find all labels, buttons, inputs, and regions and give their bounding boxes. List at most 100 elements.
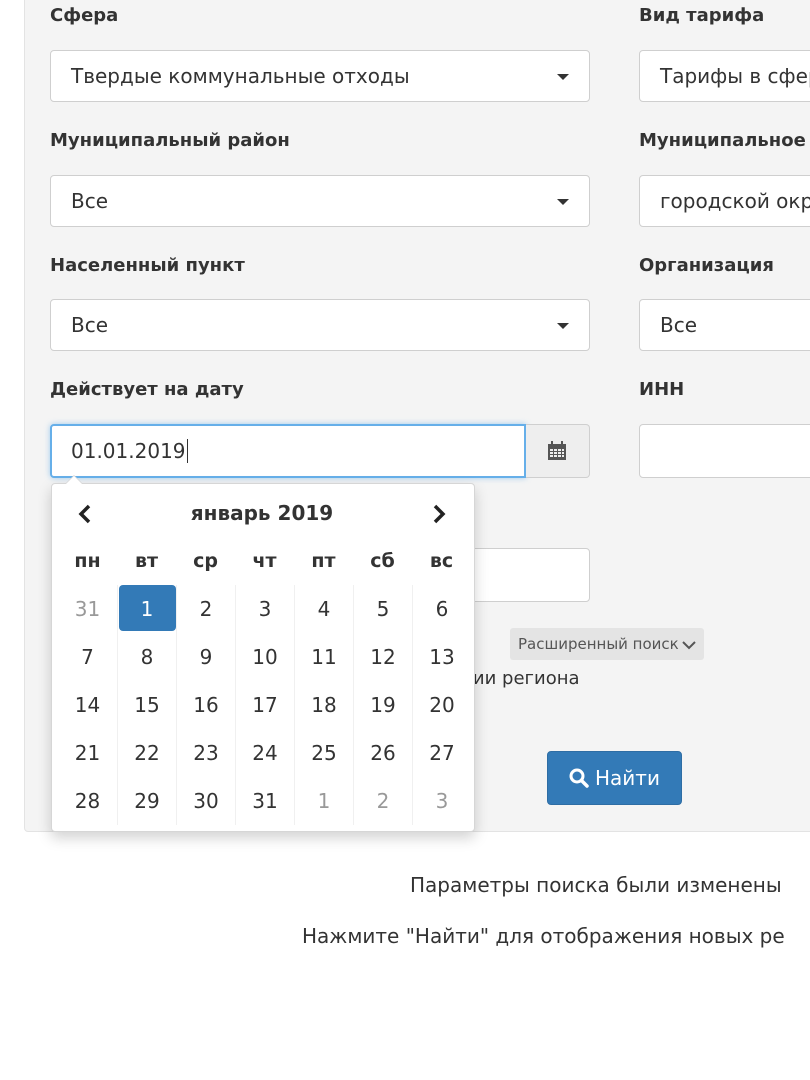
day-cell[interactable]: 4 (294, 585, 353, 633)
tariff-type-select[interactable]: Тарифы в сфер (639, 50, 810, 102)
day-number: 16 (193, 693, 219, 717)
search-icon (569, 768, 589, 788)
day-cell[interactable]: 31 (235, 777, 294, 825)
day-cell[interactable]: 9 (176, 633, 235, 681)
weekday-label: вт (134, 550, 159, 572)
day-number: 17 (252, 693, 278, 717)
day-cell[interactable]: 2 (353, 777, 412, 825)
day-cell[interactable]: 5 (353, 585, 412, 633)
day-cell[interactable]: 1 (294, 777, 353, 825)
municipal-district-label: Муниципальный район (50, 130, 290, 151)
settlement-select-value: Все (71, 313, 109, 337)
day-number: 28 (74, 789, 101, 813)
municipal-entity-label: Муниципальное о (639, 130, 810, 151)
day-number: 6 (435, 597, 449, 621)
day-cell[interactable]: 25 (294, 729, 353, 777)
day-cell[interactable]: 17 (235, 681, 294, 729)
datepicker-month-title[interactable]: январь 2019 (152, 501, 372, 525)
inn-input[interactable] (639, 424, 810, 478)
calendar-button[interactable] (526, 424, 590, 478)
organization-select[interactable]: Все (639, 299, 810, 351)
day-number: 30 (193, 789, 219, 813)
day-number: 10 (252, 645, 278, 669)
municipal-district-select[interactable]: Все (50, 175, 590, 227)
day-cell[interactable]: 16 (176, 681, 235, 729)
organization-label: Организация (639, 255, 774, 276)
day-cell[interactable]: 21 (58, 729, 117, 777)
day-cell[interactable]: 3 (412, 777, 471, 825)
day-cell[interactable]: 14 (58, 681, 117, 729)
day-cell[interactable]: 13 (412, 633, 471, 681)
day-number: 27 (429, 741, 455, 765)
day-number: 31 (74, 597, 101, 621)
prev-month-button[interactable] (74, 502, 98, 526)
weekday-label: вс (429, 550, 454, 572)
weekday-label: ср (193, 550, 218, 572)
day-cell[interactable]: 11 (294, 633, 353, 681)
day-cell[interactable]: 30 (176, 777, 235, 825)
day-number: 12 (370, 645, 396, 669)
day-number: 1 (140, 597, 154, 621)
find-button[interactable]: Найти (547, 751, 682, 805)
day-number: 2 (376, 789, 390, 813)
next-month-button[interactable] (426, 502, 450, 526)
day-cell[interactable]: 31 (58, 585, 117, 633)
day-cell[interactable]: 8 (117, 633, 176, 681)
selected-day[interactable]: 1 (117, 585, 176, 633)
day-number: 11 (311, 645, 337, 669)
day-number: 23 (193, 741, 219, 765)
inn-label: ИНН (639, 379, 685, 400)
chevron-down-icon (557, 323, 569, 329)
datepicker-week-row: 21 22 23 24 25 26 27 (58, 729, 471, 777)
day-cell[interactable]: 12 (353, 633, 412, 681)
day-cell[interactable]: 3 (235, 585, 294, 633)
day-number: 14 (74, 693, 101, 717)
day-number: 21 (74, 741, 101, 765)
municipal-entity-select[interactable]: городской окр (639, 175, 810, 227)
datepicker-days: 31 1 2 3 4 5 6 7 8 9 10 11 12 13 14 15 16 17 18 19 20 21 22 23 2… (58, 585, 471, 825)
municipal-district-select-value: Все (71, 189, 109, 213)
chevron-down-icon (682, 641, 696, 650)
day-cell[interactable]: 7 (58, 633, 117, 681)
day-cell[interactable]: 10 (235, 633, 294, 681)
day-cell[interactable]: 19 (353, 681, 412, 729)
tariff-type-select-value: Тарифы в сфер (660, 64, 810, 88)
day-cell[interactable]: 27 (412, 729, 471, 777)
day-cell[interactable]: 2 (176, 585, 235, 633)
day-cell[interactable]: 15 (117, 681, 176, 729)
day-number: 18 (311, 693, 337, 717)
day-number: 3 (258, 597, 272, 621)
day-cell[interactable]: 29 (117, 777, 176, 825)
datepicker-week-row: 31 1 2 3 4 5 6 (58, 585, 471, 633)
sphere-select-value: Твердые коммунальные отходы (71, 64, 410, 88)
day-number: 8 (140, 645, 154, 669)
day-number: 7 (81, 645, 94, 669)
datepicker-grid: пн вт ср чт пт сб вс 31 1 2 3 4 5 6 7 8 9 10 11 12 13… (58, 537, 471, 825)
day-number: 19 (370, 693, 396, 717)
settlement-select[interactable]: Все (50, 299, 590, 351)
day-number: 29 (134, 789, 160, 813)
day-cell[interactable]: 26 (353, 729, 412, 777)
advanced-search-button[interactable]: Расширенный поиск (510, 628, 704, 660)
valid-on-date-label: Действует на дату (50, 379, 244, 400)
weekday-label: пн (74, 550, 101, 572)
day-cell[interactable]: 22 (117, 729, 176, 777)
chevron-down-icon (557, 199, 569, 205)
day-cell[interactable]: 24 (235, 729, 294, 777)
day-cell[interactable]: 23 (176, 729, 235, 777)
day-cell[interactable]: 28 (58, 777, 117, 825)
datepicker-popup: январь 2019 пн вт ср чт пт сб вс 31 1 2 3 4 5… (51, 475, 475, 832)
weekday-label: чт (252, 550, 277, 572)
day-number: 20 (429, 693, 455, 717)
day-cell[interactable]: 20 (412, 681, 471, 729)
search-changed-message: Параметры поиска были изменены (410, 873, 782, 897)
day-cell[interactable]: 6 (412, 585, 471, 633)
date-input[interactable]: 01.01.2019 (50, 424, 526, 478)
sphere-select[interactable]: Твердые коммунальные отходы (50, 50, 590, 102)
day-number: 15 (134, 693, 160, 717)
text-cursor (186, 439, 188, 463)
day-cell[interactable]: 18 (294, 681, 353, 729)
datepicker-week-row: 7 8 9 10 11 12 13 (58, 633, 471, 681)
day-number: 25 (311, 741, 337, 765)
weekday-label: пт (311, 550, 336, 572)
